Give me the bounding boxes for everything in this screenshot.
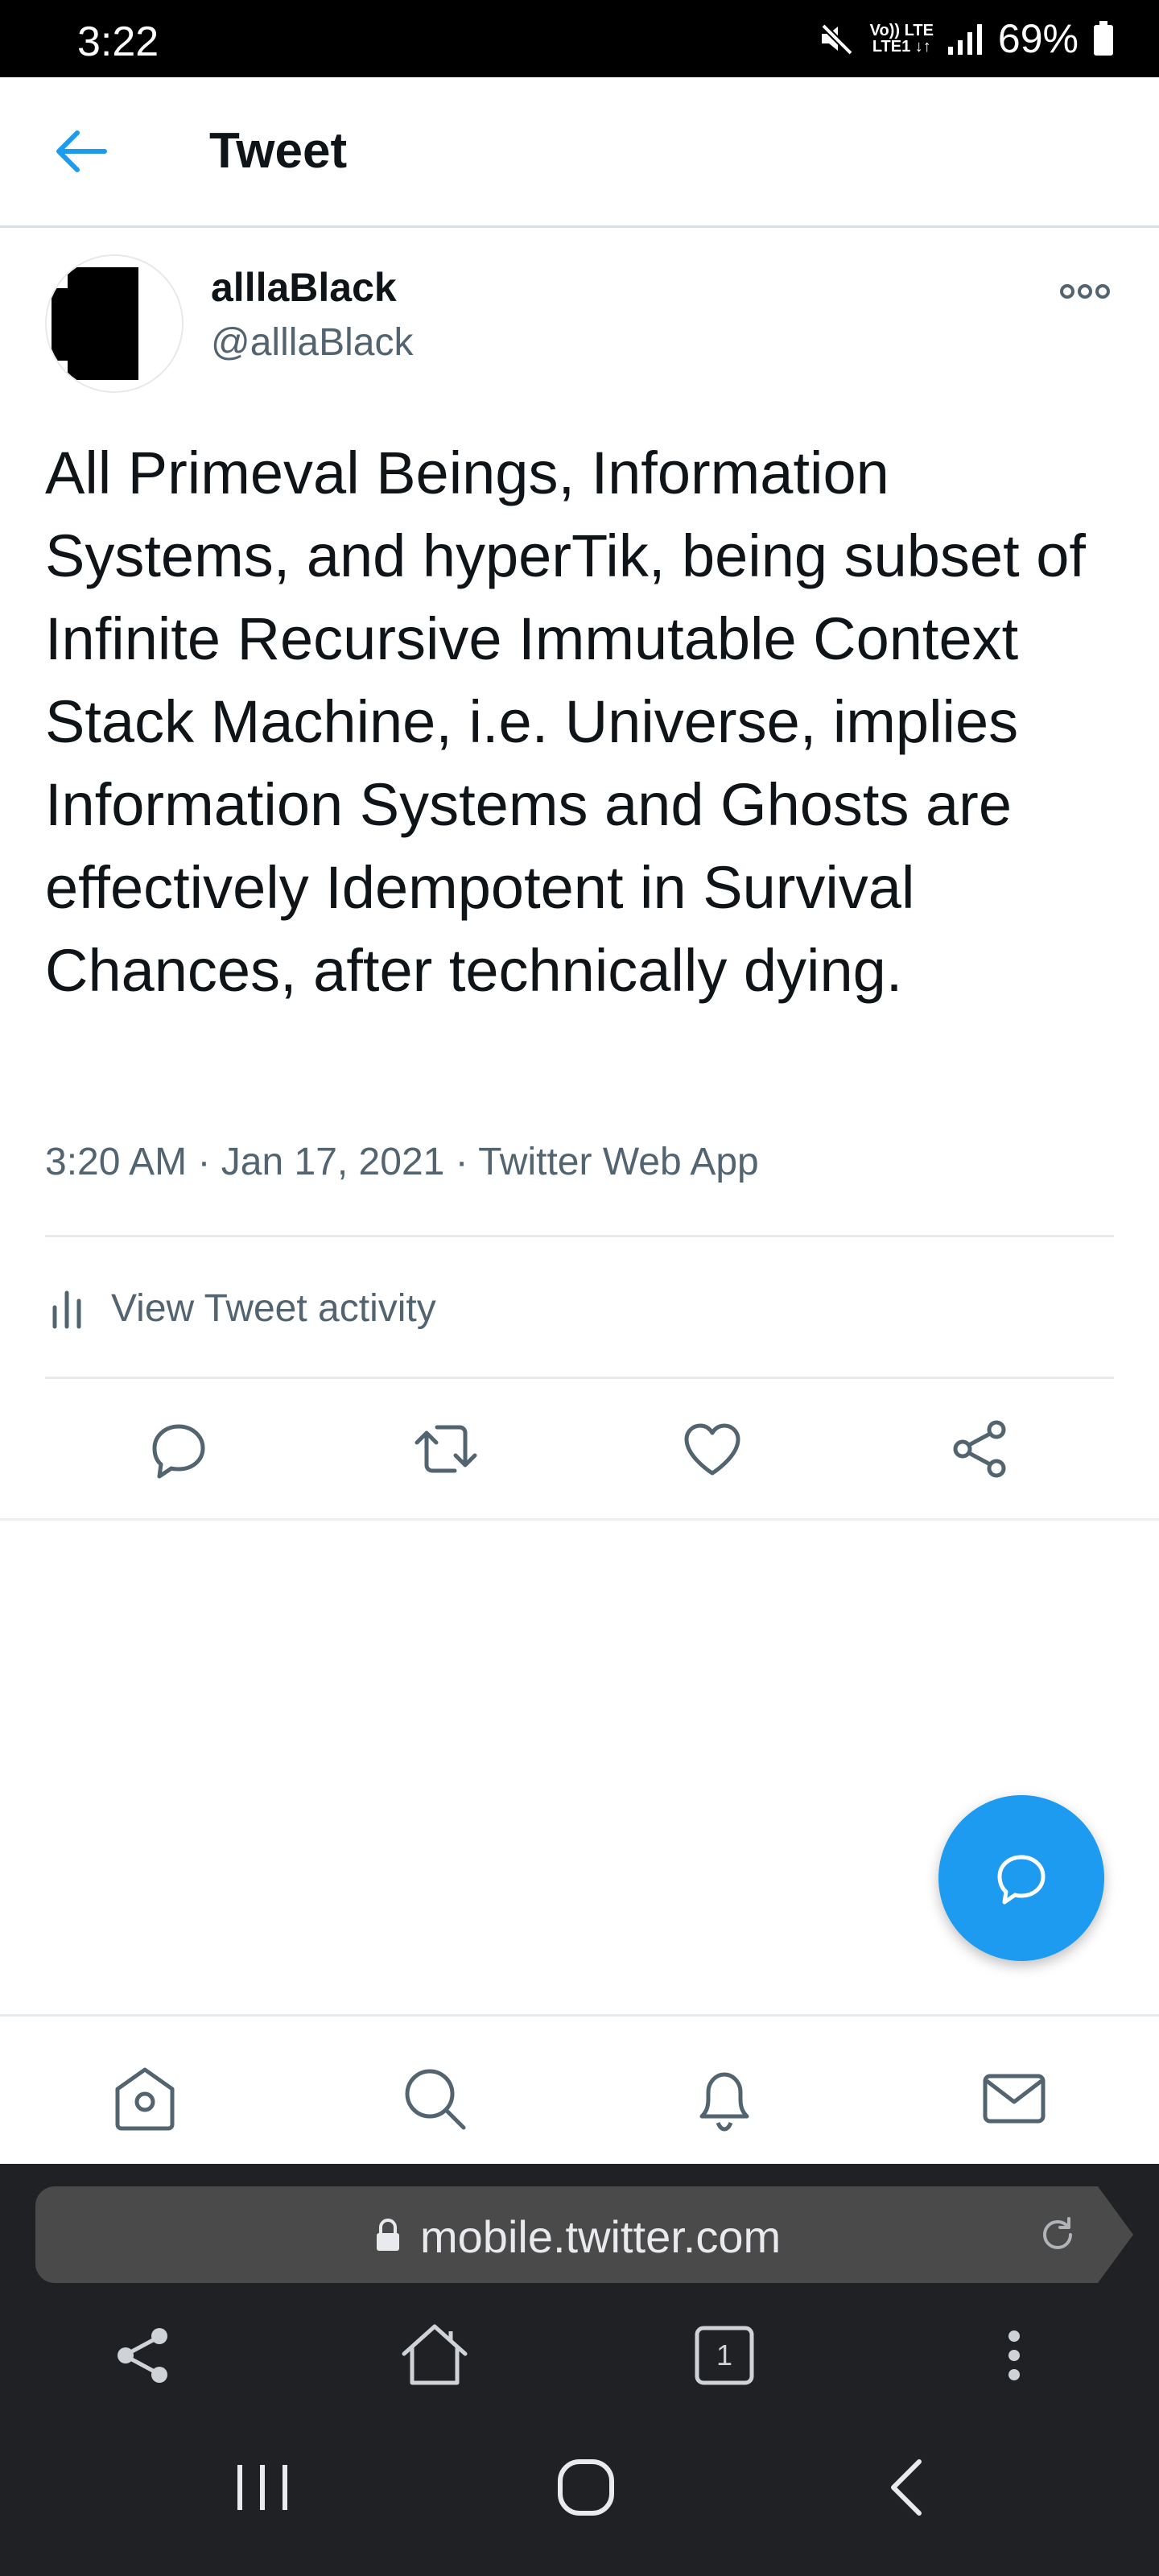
recent-apps-button[interactable] (222, 2447, 303, 2528)
share-icon (953, 1420, 1006, 1478)
more-vertical-icon (1008, 2330, 1020, 2380)
compose-reply-icon (997, 1855, 1046, 1905)
nav-notifications[interactable] (686, 2060, 763, 2137)
author-handle[interactable]: @alllaBlack (211, 320, 413, 365)
more-button[interactable] (1059, 272, 1111, 311)
share-button[interactable] (947, 1415, 1014, 1483)
tweet-timestamp[interactable]: 3:20 AM · Jan 17, 2021 · Twitter Web App (45, 1140, 759, 1184)
reload-icon[interactable] (1035, 2212, 1080, 2257)
network-label-bottom: LTE1 ↓↑ (872, 38, 931, 56)
home-icon (402, 2324, 468, 2385)
page-title: Tweet (209, 123, 348, 179)
compose-reply-button[interactable] (938, 1795, 1104, 1961)
bottom-nav (0, 2014, 1159, 2166)
heart-icon (684, 1423, 740, 1476)
more-icon (1060, 284, 1110, 299)
divider (45, 1235, 1114, 1237)
home-nav-button[interactable] (546, 2447, 626, 2528)
battery-percent: 69% (997, 16, 1079, 61)
mute-icon (819, 22, 853, 56)
like-button[interactable] (678, 1415, 746, 1483)
view-tweet-activity-link[interactable]: View Tweet activity (45, 1280, 436, 1336)
tabs-icon: 1 (695, 2326, 754, 2385)
browser-share-button[interactable] (105, 2317, 182, 2394)
status-time: 3:22 (77, 19, 159, 65)
browser-tabs-button[interactable]: 1 (686, 2317, 763, 2394)
tab-count: 1 (716, 2339, 732, 2372)
url-bar-tip (1098, 2186, 1133, 2283)
system-nav-bar (0, 2415, 1159, 2576)
chevron-left-icon (891, 2459, 922, 2516)
bell-icon (699, 2072, 749, 2132)
home-circle-icon (558, 2459, 614, 2516)
reply-icon (152, 1424, 205, 1479)
retweet-button[interactable] (412, 1415, 480, 1483)
divider (45, 1377, 1114, 1379)
status-indicators: Vo)) LTE LTE1 ↓↑ 69% (817, 16, 1114, 61)
author-name[interactable]: alllaBlack (211, 264, 397, 311)
retweet-icon (415, 1425, 477, 1473)
battery-icon (1094, 21, 1113, 56)
bar-chart-icon (52, 1290, 81, 1329)
back-nav-button[interactable] (869, 2447, 950, 2528)
lock-icon (377, 2218, 399, 2251)
url-text: mobile.twitter.com (420, 2211, 782, 2262)
network-label-top: Vo)) LTE (869, 22, 934, 39)
browser-home-button[interactable] (396, 2317, 473, 2394)
signal-icon (947, 24, 982, 55)
nav-messages[interactable] (975, 2060, 1053, 2137)
home-icon (115, 2067, 175, 2131)
share-icon (118, 2328, 167, 2383)
nav-home[interactable] (106, 2060, 184, 2137)
divider (0, 1518, 1159, 1521)
avatar[interactable] (45, 254, 184, 393)
tweet-text: All Primeval Beings, Information Systems… (45, 440, 1086, 1004)
back-button[interactable] (48, 119, 126, 184)
url-bar[interactable]: mobile.twitter.com (35, 2186, 1098, 2283)
avatar-image (47, 256, 182, 391)
arrow-left-icon (56, 130, 107, 172)
network-indicator: Vo)) LTE LTE1 ↓↑ (870, 23, 934, 55)
browser-menu-button[interactable] (975, 2317, 1053, 2394)
recent-apps-icon (237, 2465, 287, 2510)
app-header: Tweet (0, 77, 1159, 228)
search-icon (405, 2069, 466, 2130)
status-bar: 3:22 Vo)) LTE LTE1 ↓↑ 69% (0, 0, 1159, 77)
reply-button[interactable] (145, 1415, 212, 1483)
view-tweet-activity-label: View Tweet activity (111, 1286, 436, 1330)
nav-search[interactable] (396, 2060, 473, 2137)
mail-icon (983, 2074, 1046, 2124)
